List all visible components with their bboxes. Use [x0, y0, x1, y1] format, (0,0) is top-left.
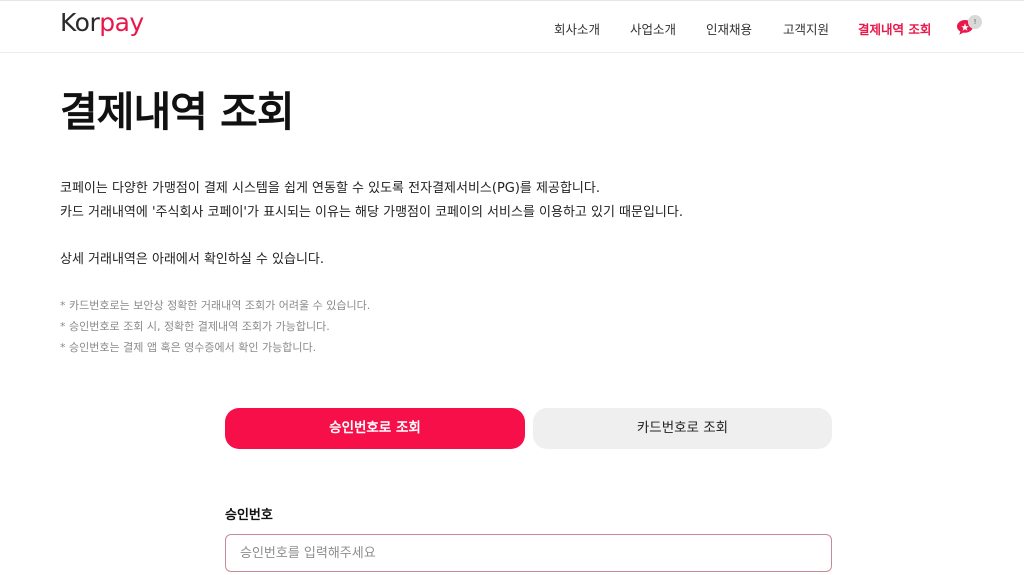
main-nav: 회사소개 사업소개 인재채용 고객지원 결제내역 조회	[0, 19, 1024, 39]
approval-number-search-tab[interactable]: 승인번호로 조회	[225, 408, 525, 449]
intro-text: 코페이는 다양한 가맹점이 결제 시스템을 쉽게 연동할 수 있도록 전자결제서…	[60, 181, 600, 196]
nav-item-support[interactable]: 고객지원	[783, 19, 829, 38]
intro-text: 카드 거래내역에 '주식회사 코페이'가 표시되는 이유는 해당 가맹점이 코페…	[60, 205, 683, 220]
card-number-search-tab[interactable]: 카드번호로 조회	[533, 408, 832, 449]
intro-text: 상세 거래내역은 아래에서 확인하실 수 있습니다.	[60, 252, 324, 267]
nav-item-company[interactable]: 회사소개	[554, 19, 600, 38]
notice-text: * 승인번호로 조회 시, 정확한 결제내역 조회가 가능합니다.	[60, 320, 330, 333]
chat-badge: !	[968, 15, 982, 29]
approval-number-label: 승인번호	[225, 508, 273, 523]
nav-item-business[interactable]: 사업소개	[630, 19, 676, 38]
approval-number-input[interactable]	[225, 534, 832, 572]
page-title: 결제내역 조회	[60, 88, 295, 136]
notice-text: * 승인번호는 결제 앱 혹은 영수증에서 확인 가능합니다.	[60, 341, 317, 354]
chat-button[interactable]: !	[956, 15, 984, 41]
nav-item-payment-inquiry[interactable]: 결제내역 조회	[858, 19, 931, 38]
notice-text: * 카드번호로는 보안상 정확한 거래내역 조회가 어려울 수 있습니다.	[60, 299, 371, 312]
site-header: Korpay 회사소개 사업소개 인재채용 고객지원 결제내역 조회 !	[0, 0, 1024, 53]
nav-item-careers[interactable]: 인재채용	[706, 19, 752, 38]
